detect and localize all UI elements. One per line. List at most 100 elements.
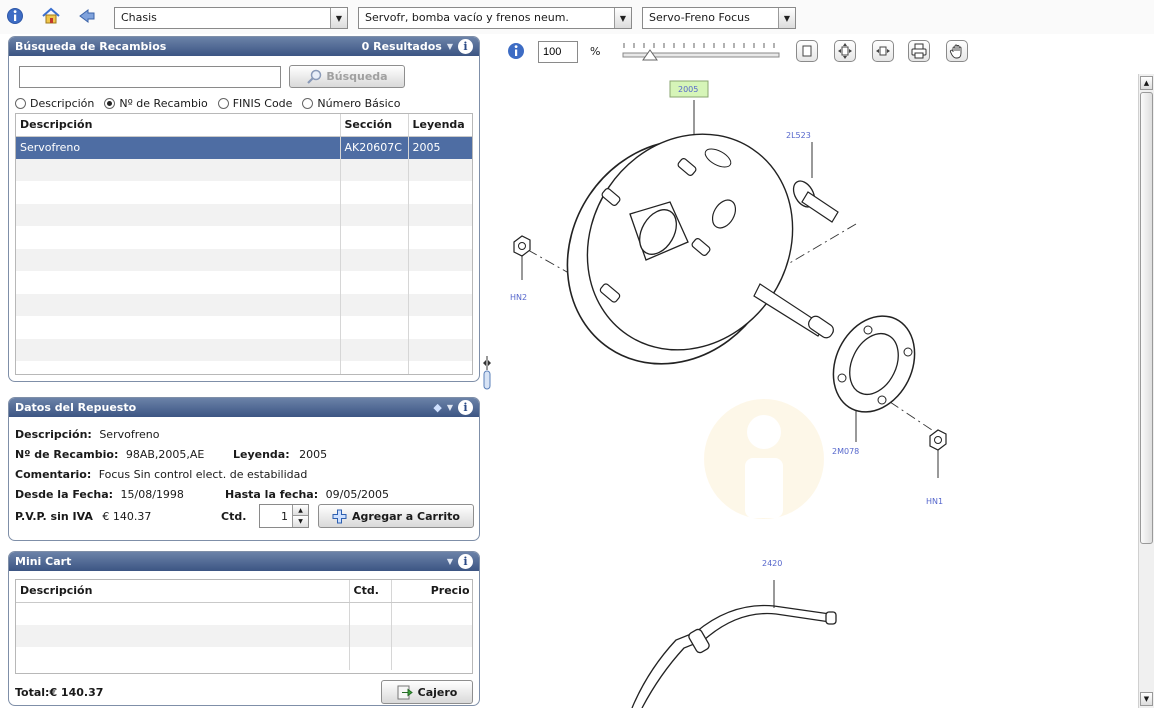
chevron-down-icon[interactable]: ▼ xyxy=(330,8,347,28)
radio-numero-basico[interactable]: Número Básico xyxy=(302,97,400,110)
radio-label: Nº de Recambio xyxy=(119,97,208,110)
zoom-unit: % xyxy=(590,45,601,58)
radio-label: Descripción xyxy=(30,97,95,110)
chevron-down-icon[interactable]: ▼ xyxy=(447,552,453,571)
info-icon[interactable]: i xyxy=(458,39,473,54)
category-select-value: Chasis xyxy=(121,11,157,24)
brake-booster-part[interactable] xyxy=(525,94,836,405)
plus-icon xyxy=(332,509,347,523)
detail-panel-header: Datos del Repuesto ◆ ▼ i xyxy=(9,398,479,417)
results-table-frame: Descripción Sección Leyenda Servofreno A… xyxy=(15,113,473,375)
search-mode-radios: Descripción Nº de Recambio FINIS Code Nú… xyxy=(15,97,400,110)
scrollbar-thumb[interactable] xyxy=(1140,92,1153,544)
column-header-leyenda[interactable]: Leyenda xyxy=(408,114,472,137)
cart-column-descripcion: Descripción xyxy=(16,580,350,603)
scroll-up-icon[interactable]: ▲ xyxy=(1140,76,1153,90)
illustration-select[interactable]: Servo-Freno Focus ▼ xyxy=(642,7,796,29)
column-header-seccion[interactable]: Sección xyxy=(340,114,409,137)
stepper-up-icon[interactable]: ▲ xyxy=(292,505,308,516)
add-to-cart-button[interactable]: Agregar a Carrito xyxy=(318,504,474,528)
back-icon[interactable] xyxy=(76,6,98,26)
print-icon[interactable] xyxy=(908,40,930,62)
callout-hn2[interactable]: HN2 xyxy=(510,293,527,302)
quantity-stepper[interactable]: 1 ▲ ▼ xyxy=(259,504,309,528)
nut-hn2-part[interactable] xyxy=(513,235,531,257)
panel-splitter-handle[interactable] xyxy=(482,356,492,390)
table-row xyxy=(16,338,472,361)
zoom-slider[interactable] xyxy=(622,40,782,66)
callout-2l523[interactable]: 2L523 xyxy=(786,131,811,140)
chevron-down-icon[interactable]: ▼ xyxy=(447,37,453,56)
checkout-button[interactable]: Cajero xyxy=(381,680,473,704)
category-select[interactable]: Chasis ▼ xyxy=(114,7,348,29)
desde-value: 15/08/1998 xyxy=(120,488,184,501)
stepper-down-icon[interactable]: ▼ xyxy=(292,516,308,527)
gasket-part[interactable] xyxy=(818,302,930,425)
info-icon[interactable] xyxy=(4,6,26,26)
info-icon[interactable] xyxy=(506,41,526,64)
table-row xyxy=(16,203,472,226)
table-row xyxy=(16,602,472,625)
table-row xyxy=(16,226,472,249)
table-row xyxy=(16,316,472,339)
callout-2420[interactable]: 2420 xyxy=(762,559,782,568)
radio-numero-recambio[interactable]: Nº de Recambio xyxy=(104,97,208,110)
bolt-2l523-part[interactable] xyxy=(789,177,839,223)
recambio-value: 98AB,2005,AE xyxy=(125,448,205,461)
back-arrow-icon[interactable]: ◆ xyxy=(433,398,441,417)
nut-hn1-part[interactable] xyxy=(929,429,947,451)
checkout-arrow-icon xyxy=(397,685,413,699)
comentario-value: Focus Sin control elect. de estabilidad xyxy=(98,468,308,481)
vacuum-hose-part[interactable] xyxy=(631,604,837,708)
radio-finis-code[interactable]: FINIS Code xyxy=(217,97,292,110)
column-header-descripcion[interactable]: Descripción xyxy=(16,114,341,137)
pvp-row: P.V.P. sin IVA € 140.37 xyxy=(15,510,151,523)
table-row xyxy=(16,181,472,204)
search-button-label: Búsqueda xyxy=(326,70,388,83)
radio-descripcion[interactable]: Descripción xyxy=(15,97,94,110)
qty-label-text: Ctd. xyxy=(221,510,247,523)
callout-2005[interactable]: 2005 xyxy=(678,85,698,94)
comentario-row: Comentario: Focus Sin control elect. de … xyxy=(15,468,307,481)
table-row xyxy=(16,158,472,181)
callout-hn1[interactable]: HN1 xyxy=(926,497,943,506)
search-input[interactable] xyxy=(19,66,281,88)
chevron-down-icon[interactable]: ▼ xyxy=(447,398,453,417)
table-row xyxy=(16,624,472,647)
cart-table: Descripción Ctd. Precio xyxy=(16,580,472,670)
chevron-down-icon[interactable]: ▼ xyxy=(778,8,795,28)
table-row xyxy=(16,361,472,374)
scroll-down-icon[interactable]: ▼ xyxy=(1140,692,1153,706)
results-table: Descripción Sección Leyenda Servofreno A… xyxy=(16,114,472,374)
viewer-vertical-scrollbar[interactable]: ▲ ▼ xyxy=(1138,74,1154,708)
hasta-row: Hasta la fecha: 09/05/2005 xyxy=(225,488,389,501)
zoom-input[interactable] xyxy=(538,41,578,63)
subgroup-select[interactable]: Servofr, bomba vacío y frenos neum. ▼ xyxy=(358,7,632,29)
exploded-view-canvas[interactable]: 2005 2L523 HN2 2M078 HN1 2420 xyxy=(492,74,1138,708)
chevron-down-icon[interactable]: ▼ xyxy=(614,8,631,28)
magnifier-icon xyxy=(307,69,322,84)
info-icon[interactable]: i xyxy=(458,400,473,415)
cart-column-ctd: Ctd. xyxy=(349,580,392,603)
table-row xyxy=(16,248,472,271)
viewer-toolbar: % xyxy=(492,34,1154,74)
qty-label: Ctd. xyxy=(221,510,246,523)
info-icon[interactable]: i xyxy=(458,554,473,569)
watermark-logo xyxy=(704,399,824,519)
quantity-value: 1 xyxy=(281,510,288,523)
fit-page-icon[interactable] xyxy=(796,40,818,62)
fit-height-icon[interactable] xyxy=(834,40,856,62)
cell-seccion: AK20607C xyxy=(340,136,409,159)
fit-width-icon[interactable] xyxy=(872,40,894,62)
table-row[interactable]: Servofreno AK20607C 2005 xyxy=(16,136,472,159)
pan-hand-icon[interactable] xyxy=(946,40,968,62)
callout-2m078[interactable]: 2M078 xyxy=(832,447,859,456)
part-detail-panel: Datos del Repuesto ◆ ▼ i Descripción: Se… xyxy=(8,397,480,541)
home-icon[interactable] xyxy=(40,6,62,26)
top-toolbar: Chasis ▼ Servofr, bomba vacío y frenos n… xyxy=(0,0,1154,34)
search-button[interactable]: Búsqueda xyxy=(289,65,405,88)
cart-table-frame: Descripción Ctd. Precio xyxy=(15,579,473,674)
checkout-label: Cajero xyxy=(417,685,458,699)
descripcion-value: Servofreno xyxy=(99,428,160,441)
table-row xyxy=(16,271,472,294)
